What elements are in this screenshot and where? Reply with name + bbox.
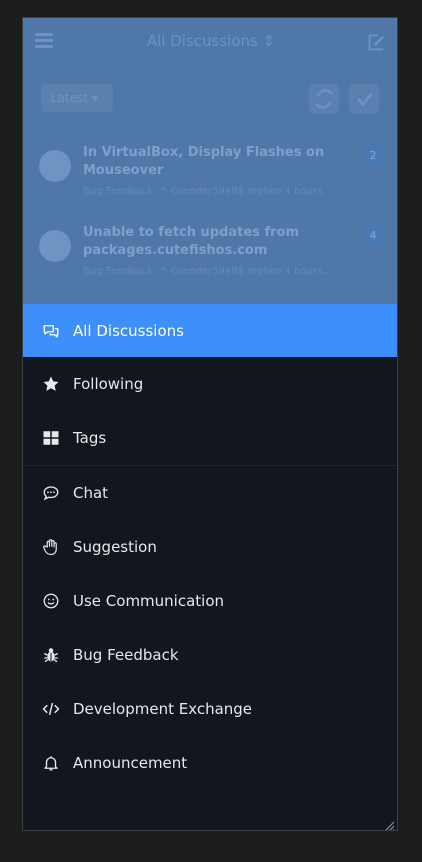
page-title[interactable]: All Discussions ⇕ [23, 32, 397, 50]
nav-item-chat[interactable]: Chat [23, 466, 397, 520]
avatar [39, 230, 71, 262]
nav-item-label: All Discussions [73, 321, 184, 340]
sort-dropdown[interactable]: Latest ▾ [41, 84, 113, 112]
discussion-tag: Bug Feedback [83, 186, 154, 197]
hand-icon [42, 538, 60, 556]
nav-item-development-exchange[interactable]: Development Exchange [23, 682, 397, 736]
nav-item-label: Following [73, 375, 144, 393]
sort-label: Latest [51, 91, 89, 105]
discussion-title[interactable]: In VirtualBox, Display Flashes on Mouseo… [83, 144, 343, 180]
star-icon [42, 375, 60, 393]
bell-icon [42, 754, 60, 772]
nav-item-announcement[interactable]: Announcement [23, 736, 397, 790]
refresh-button[interactable] [309, 84, 339, 114]
nav-item-label: Chat [73, 484, 109, 502]
discussion-reply: Grender5949$ replied 4 hours... [171, 266, 332, 277]
reply-count-badge: 2 [363, 146, 383, 166]
avatar [39, 150, 71, 182]
nav-item-label: Suggestion [73, 538, 157, 556]
nav-item-all-discussions[interactable]: All Discussions [23, 304, 397, 357]
comment-dots-icon [42, 484, 60, 502]
discussion-meta: Bug Feedback ↰ Grender5949$ replied 4 ho… [83, 186, 323, 197]
nav-item-suggestion[interactable]: Suggestion [23, 520, 397, 574]
nav-item-use-communication[interactable]: Use Communication [23, 574, 397, 628]
discussion-item[interactable]: In VirtualBox, Display Flashes on Mouseo… [37, 144, 383, 206]
smile-icon [42, 592, 60, 610]
reply-count-badge: 4 [363, 226, 383, 246]
page-backdrop[interactable]: All Discussions ⇕ Latest ▾ In VirtualBox… [23, 18, 397, 304]
mark-read-button[interactable] [349, 84, 379, 114]
discussion-reply: Grender5949$ replied 4 hours [171, 186, 323, 197]
nav-item-bug-feedback[interactable]: Bug Feedback [23, 628, 397, 682]
chat-bubbles-icon [42, 322, 60, 340]
top-bar: All Discussions ⇕ [23, 18, 397, 66]
nav-item-label: Announcement [73, 754, 188, 772]
resize-handle-icon[interactable] [383, 816, 395, 830]
nav-item-label: Tags [73, 429, 107, 447]
discussion-title[interactable]: Unable to fetch updates from packages.cu… [83, 224, 343, 260]
app-frame: All Discussions ⇕ Latest ▾ In VirtualBox… [22, 17, 398, 831]
grid-icon [42, 429, 60, 447]
discussion-item[interactable]: Unable to fetch updates from packages.cu… [37, 224, 383, 286]
compose-icon[interactable] [365, 31, 387, 53]
nav-drawer: All Discussions Following Tags Chat Sugg… [23, 304, 397, 830]
page-title-text: All Discussions [146, 32, 258, 50]
nav-item-following[interactable]: Following [23, 357, 397, 411]
discussion-meta: Bug Feedback ↰ Grender5949$ replied 4 ho… [83, 266, 332, 277]
nav-item-label: Use Communication [73, 592, 225, 610]
bug-icon [42, 646, 60, 664]
discussion-tag: Bug Feedback [83, 266, 154, 277]
nav-item-label: Bug Feedback [73, 646, 179, 664]
nav-item-label: Development Exchange [73, 700, 253, 718]
nav-item-tags[interactable]: Tags [23, 411, 397, 465]
code-icon [42, 700, 60, 718]
